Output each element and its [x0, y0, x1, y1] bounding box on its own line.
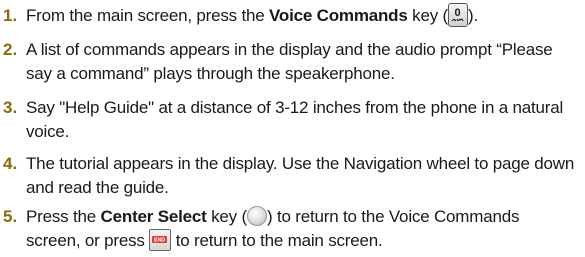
step-text-line-2: voice.: [26, 122, 70, 141]
step-2: 2. A list of commands appears in the dis…: [0, 38, 585, 86]
end-key-icon: END: [149, 228, 172, 251]
step-text-line-1: Press the Center Select key () to return…: [26, 205, 520, 226]
step-text-line-2: and read the guide.: [26, 178, 169, 197]
key-name: Voice Commands: [269, 6, 408, 25]
step-1: 1. From the main screen, press the Voice…: [0, 2, 585, 28]
step-5: 5. Press the Center Select key () to ret…: [0, 205, 585, 255]
step-3: 3. Say "Help Guide" at a distance of 3-1…: [0, 96, 585, 144]
step-text-line-1: A list of commands appears in the displa…: [26, 40, 553, 59]
svg-text:0: 0: [455, 7, 461, 19]
step-text-line-2: say a command” plays through the speaker…: [26, 64, 395, 83]
svg-text:END: END: [154, 237, 165, 243]
step-text-line-1: Say "Help Guide" at a distance of 3-12 i…: [26, 98, 564, 117]
center-select-key-icon: [246, 205, 267, 226]
step-number: 3.: [3, 98, 18, 117]
step-4: 4. The tutorial appears in the display. …: [0, 152, 585, 200]
key-name: Center Select: [100, 207, 207, 226]
step-number: 1.: [3, 6, 18, 25]
step-text-line-2: screen, or press END to return to the ma…: [26, 228, 581, 253]
voice-commands-key-icon: 0: [448, 2, 468, 27]
step-number: 2.: [3, 40, 18, 59]
step-number: 5.: [3, 207, 18, 226]
step-number: 4.: [3, 154, 18, 173]
step-text: From the main screen, press the: [26, 6, 270, 25]
step-text-line-1: The tutorial appears in the display. Use…: [26, 154, 575, 173]
